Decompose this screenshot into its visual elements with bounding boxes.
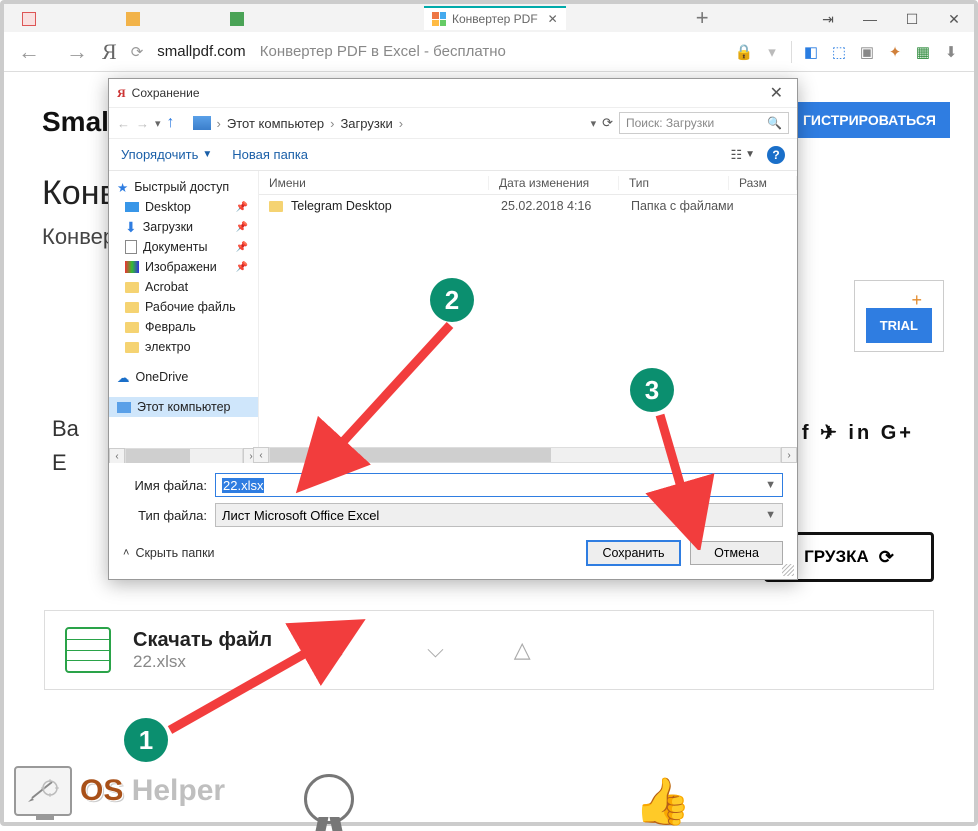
dialog-title: Сохранение xyxy=(132,86,200,100)
yandex-icon: Я xyxy=(117,86,126,101)
dialog-breadcrumb: ← → ▾ ↑ › Этот компьютер › Загрузки › ▾ … xyxy=(109,107,797,139)
refresh-icon: ⟳ xyxy=(879,547,894,568)
tab-favicon xyxy=(230,12,244,26)
maximize-button[interactable]: ☐ xyxy=(902,12,922,26)
view-options-icon[interactable]: ☷ ▼ xyxy=(730,147,755,163)
tab-favicon xyxy=(126,12,140,26)
dialog-title-bar: Я Сохранение ✕ xyxy=(109,79,797,107)
filetype-label: Тип файла: xyxy=(123,508,207,523)
excel-icon[interactable]: ▦ xyxy=(914,43,932,61)
filename-label: Имя файла: xyxy=(123,478,207,493)
dropbox-icon[interactable]: ⌵ xyxy=(427,637,444,663)
conversion-labels: Ва E xyxy=(52,416,79,476)
forward-button[interactable]: → xyxy=(66,39,88,65)
back-button[interactable]: ← xyxy=(18,39,40,65)
watermark: OS Helper xyxy=(14,766,225,816)
new-tab-button[interactable]: + xyxy=(686,6,719,30)
smallpdf-favicon xyxy=(432,12,446,26)
reload-button[interactable]: ⟳ xyxy=(131,43,144,61)
chevron-up-icon: ˄ xyxy=(123,547,129,559)
folder-icon xyxy=(125,322,139,333)
window-controls: ⇥ — ☐ ✕ xyxy=(818,12,964,26)
bookmark-icon[interactable]: ▾ xyxy=(763,43,781,61)
nav-up-icon[interactable]: ↑ xyxy=(167,114,175,132)
document-icon xyxy=(125,240,137,254)
folder-icon xyxy=(269,201,283,212)
tab-close-icon[interactable]: ✕ xyxy=(548,12,558,26)
search-input[interactable]: Поиск: Загрузки 🔍 xyxy=(619,112,789,134)
folder-icon xyxy=(125,342,139,353)
downloads-icon[interactable]: ⬇ xyxy=(942,43,960,61)
url-text[interactable]: smallpdf.com Конвертер PDF в Excel - бес… xyxy=(157,43,506,60)
chevron-down-icon[interactable]: ▼ xyxy=(765,479,776,491)
chevron-down-icon[interactable]: ▼ xyxy=(765,509,776,521)
cloud-icon: ☁ xyxy=(117,370,130,385)
annotation-arrow-1 xyxy=(150,610,380,740)
page-subtitle: Конвер xyxy=(42,224,115,250)
image-icon xyxy=(125,261,139,273)
yandex-icon[interactable]: Я xyxy=(102,39,117,65)
extension-icon[interactable]: ✦ xyxy=(886,43,904,61)
list-header[interactable]: Имени Дата изменения Тип Разм xyxy=(259,171,797,195)
gdrive-icon[interactable]: △ xyxy=(514,637,531,663)
help-icon[interactable]: ? xyxy=(767,146,785,164)
annotation-callout-3: 3 xyxy=(630,368,674,412)
annotation-callout-1: 1 xyxy=(124,718,168,762)
star-icon: ★ xyxy=(117,180,128,195)
path-dropdown-icon[interactable]: ▾ xyxy=(591,117,597,130)
social-icons[interactable]: f ✈ in G+ xyxy=(802,420,914,445)
folder-icon xyxy=(125,282,139,293)
nav-back-icon[interactable]: ← xyxy=(117,116,130,131)
excel-file-icon xyxy=(65,627,111,673)
thumbs-up-icon[interactable]: 👍 xyxy=(634,774,691,829)
close-window-button[interactable]: ✕ xyxy=(944,12,964,26)
ribbon-icon xyxy=(304,774,354,824)
page-title: Конв xyxy=(42,174,118,213)
pc-icon xyxy=(117,402,131,413)
new-folder-button[interactable]: Новая папка xyxy=(232,147,308,162)
translate-icon[interactable]: ◧ xyxy=(802,43,820,61)
hide-folders-toggle[interactable]: ˄ Скрыть папки xyxy=(123,546,215,560)
breadcrumb-root[interactable]: Этот компьютер xyxy=(227,116,324,131)
tab-active[interactable]: Конвертер PDF ✕ xyxy=(424,6,566,30)
tree-scrollbar[interactable]: ‹› xyxy=(109,448,259,463)
address-bar: ← → Я ⟳ smallpdf.com Конвертер PDF в Exc… xyxy=(4,32,974,72)
annotation-arrow-3 xyxy=(635,405,715,550)
annotation-callout-2: 2 xyxy=(430,278,474,322)
desktop-icon xyxy=(125,202,139,212)
dialog-toolbar: Упорядочить ▼ Новая папка ☷ ▼ ? xyxy=(109,139,797,171)
extension-icon[interactable]: ⬚ xyxy=(830,43,848,61)
trial-button[interactable]: TRIAL xyxy=(866,308,932,343)
folder-icon xyxy=(125,302,139,313)
resize-grip[interactable] xyxy=(782,564,794,576)
tab-overflow-icon[interactable]: ⇥ xyxy=(818,12,838,26)
pc-icon xyxy=(193,116,211,130)
tab-favicon xyxy=(22,12,36,26)
list-item[interactable]: Telegram Desktop 25.02.2018 4:16 Папка с… xyxy=(259,195,797,217)
nav-fwd-icon[interactable]: → xyxy=(136,116,149,131)
download-icon: ⬇ xyxy=(125,219,137,236)
folder-tree[interactable]: ★Быстрый доступ Desktop📌 ⬇Загрузки📌 Доку… xyxy=(109,171,259,463)
annotation-arrow-2 xyxy=(290,305,490,495)
register-button[interactable]: ГИСТРИРОВАТЬСЯ xyxy=(789,102,950,138)
tab-title: Конвертер PDF xyxy=(452,12,538,26)
organize-menu[interactable]: Упорядочить ▼ xyxy=(121,147,212,162)
minimize-button[interactable]: — xyxy=(860,12,880,26)
lock-icon: 🔒 xyxy=(735,43,753,61)
search-icon: 🔍 xyxy=(767,116,782,130)
nav-history-icon[interactable]: ▾ xyxy=(155,117,161,130)
close-icon[interactable]: ✕ xyxy=(764,83,789,103)
monitor-icon xyxy=(14,766,72,816)
breadcrumb-folder[interactable]: Загрузки xyxy=(340,116,392,131)
refresh-icon[interactable]: ⟳ xyxy=(602,115,613,131)
camera-icon[interactable]: ▣ xyxy=(858,43,876,61)
